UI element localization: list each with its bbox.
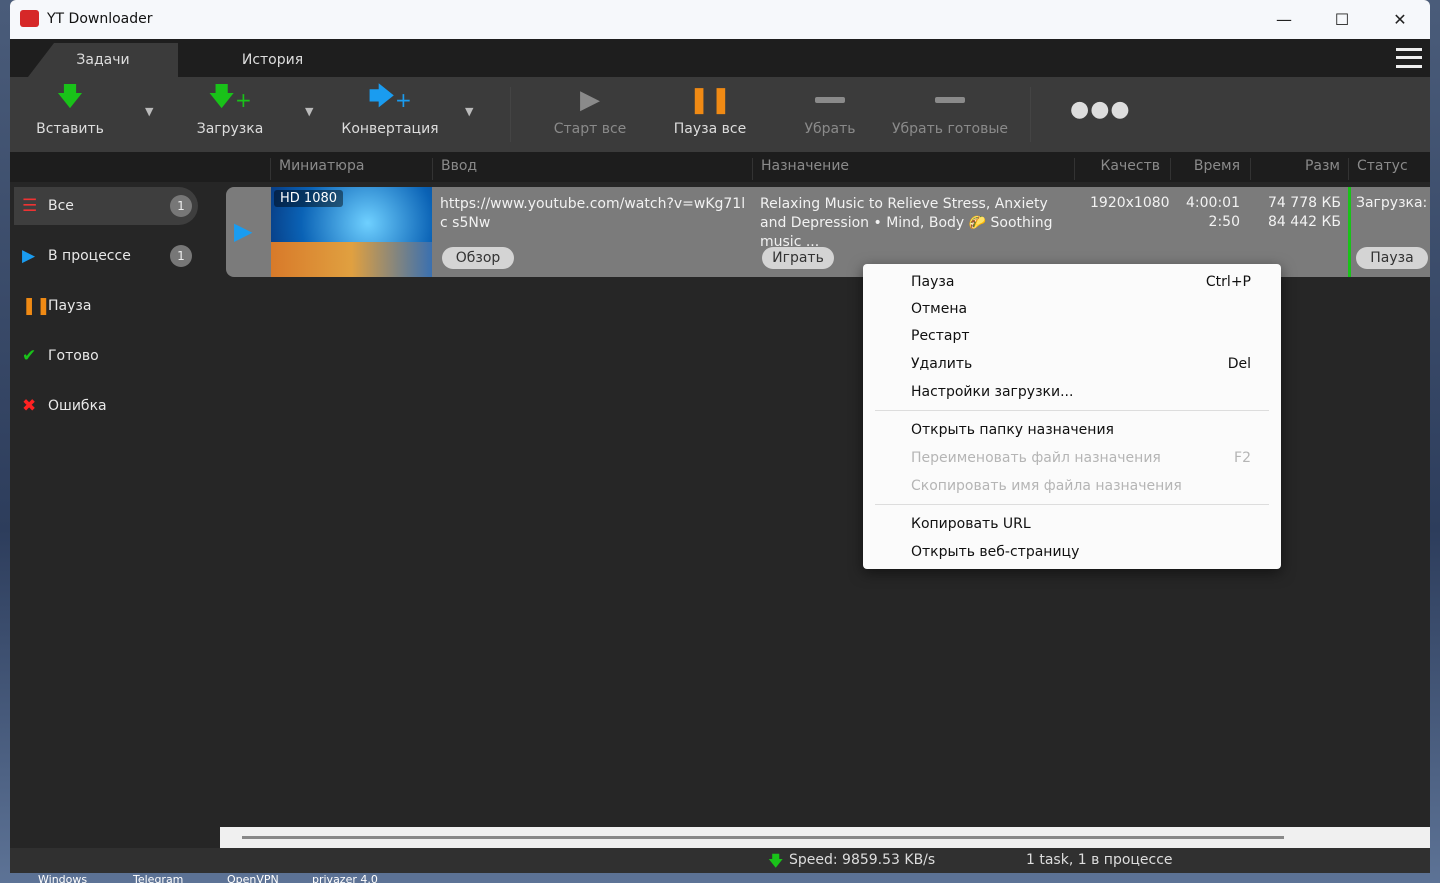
- col-status[interactable]: Статус: [1348, 158, 1408, 180]
- sidebar-item-done[interactable]: ✔ Готово: [14, 337, 198, 375]
- sidebar-item-all[interactable]: ☰ Все 1: [14, 187, 198, 225]
- sidebar-item-error[interactable]: ✖ Ошибка: [14, 387, 198, 425]
- taskbar-item[interactable]: privazer 4.0: [312, 873, 378, 883]
- minimize-button[interactable]: —: [1255, 0, 1313, 39]
- status-bar: 🡇 Speed: 9859.53 KB/s 1 task, 1 в процес…: [10, 848, 1430, 873]
- menu-item-pause[interactable]: Пауза Ctrl+P: [911, 268, 1251, 295]
- size-1: 74 778 КБ: [1268, 195, 1341, 211]
- size-2: 84 442 КБ: [1268, 214, 1341, 230]
- taskbar-item[interactable]: Telegram: [133, 873, 183, 883]
- divider: [510, 87, 511, 142]
- menu-separator: [875, 504, 1269, 505]
- quality-value: 1920x1080: [1090, 195, 1170, 211]
- download-button[interactable]: 🡇 + Загрузка: [170, 82, 290, 147]
- download-speed-icon: 🡇: [768, 852, 784, 870]
- progress-indicator: [1348, 187, 1351, 277]
- status-text: Загрузка: 9: [1356, 195, 1430, 211]
- taskbar-item[interactable]: Windows: [38, 873, 87, 883]
- menu-item-restart[interactable]: Рестарт: [911, 322, 1251, 349]
- tab-tasks[interactable]: Задачи: [28, 43, 178, 77]
- horizontal-scrollbar[interactable]: [220, 827, 1430, 848]
- toolbar: 🡇 Вставить ▼ 🡇 + Загрузка ▼ 🡆 + Конвертация ▼…: [10, 77, 1430, 152]
- menu-item-cancel[interactable]: Отмена: [911, 295, 1251, 322]
- sidebar-item-in-progress[interactable]: ▶ В процессе 1: [14, 237, 198, 275]
- time-total: 4:00:01: [1186, 195, 1240, 211]
- app-logo-icon: [20, 10, 39, 27]
- tab-bar: Задачи История: [10, 39, 1430, 77]
- play-button[interactable]: Играть: [762, 247, 834, 269]
- col-thumbnail[interactable]: Миниатюра: [270, 158, 364, 180]
- col-time[interactable]: Время: [1170, 158, 1250, 180]
- speed-text: Speed: 9859.53 KB/s: [789, 852, 936, 868]
- desktop-taskbar: Windows Telegram OpenVPN privazer 4.0: [0, 873, 1440, 883]
- paste-dropdown[interactable]: ▼: [145, 105, 153, 118]
- menu-icon[interactable]: [1396, 48, 1422, 68]
- menu-item-delete[interactable]: Удалить Del: [911, 350, 1251, 377]
- play-icon: ▶: [22, 246, 36, 266]
- col-size[interactable]: Разм: [1250, 158, 1350, 180]
- column-header: Миниатюра Ввод Назначение Качеств Время …: [10, 152, 1430, 182]
- convert-dropdown[interactable]: ▼: [465, 105, 473, 118]
- sidebar: ☰ Все 1 ▶ В процессе 1 ❚❚ Пауза ✔ Готово ✖ Ошиб…: [10, 182, 222, 848]
- convert-add-icon: 🡆 +: [368, 82, 412, 112]
- more-icon[interactable]: ●●●: [1070, 97, 1131, 122]
- close-button[interactable]: ✕: [1371, 0, 1429, 39]
- menu-item-download-settings[interactable]: Настройки загрузки...: [911, 378, 1251, 405]
- thumbnail: HD 1080: [271, 187, 432, 277]
- window-title: YT Downloader: [47, 11, 153, 27]
- maximize-button[interactable]: ☐: [1313, 0, 1371, 39]
- menu-item-copy-url[interactable]: Копировать URL: [911, 510, 1251, 537]
- quality-badge: HD 1080: [274, 190, 344, 207]
- menu-item-copy-filename[interactable]: Скопировать имя файла назначения: [911, 472, 1251, 499]
- input-url: https://www.youtube.com/watch?v=wKg71lc …: [440, 196, 746, 231]
- time-left: 2:50: [1208, 214, 1240, 230]
- menu-item-rename[interactable]: Переименовать файл назначения F2: [911, 444, 1251, 471]
- title-bar: YT Downloader — ☐ ✕: [10, 0, 1430, 39]
- count-badge: 1: [170, 195, 192, 217]
- menu-separator: [875, 410, 1269, 411]
- browse-button[interactable]: Обзор: [442, 247, 514, 269]
- pause-button[interactable]: Пауза: [1356, 247, 1428, 269]
- download-add-icon: 🡇 +: [208, 82, 252, 112]
- remove-button[interactable]: Убрать: [770, 83, 890, 147]
- scrollbar-thumb[interactable]: [242, 836, 1284, 839]
- col-input[interactable]: Ввод: [432, 158, 477, 180]
- download-dropdown[interactable]: ▼: [305, 105, 313, 118]
- app-window: YT Downloader — ☐ ✕ Задачи История 🡇 Вста…: [10, 0, 1430, 873]
- menu-item-open-webpage[interactable]: Открыть веб-страницу: [911, 538, 1251, 565]
- play-icon[interactable]: ▶: [234, 217, 252, 245]
- check-icon: ✔: [22, 346, 37, 366]
- list-icon: ☰: [22, 196, 38, 216]
- col-quality[interactable]: Качеств: [1074, 158, 1170, 180]
- tab-history[interactable]: История: [210, 43, 335, 77]
- divider: [1030, 87, 1031, 142]
- start-all-button[interactable]: ▶ Старт все: [530, 83, 650, 147]
- x-icon: ✖: [22, 396, 37, 416]
- play-icon: ▶: [580, 85, 600, 115]
- pause-icon: ❚❚: [688, 85, 732, 115]
- destination-name: Relaxing Music to Relieve Stress, Anxiet…: [760, 196, 1053, 250]
- convert-button[interactable]: 🡆 + Конвертация: [330, 82, 450, 147]
- pause-icon: ❚❚: [22, 296, 51, 316]
- arrow-down-icon: 🡇: [56, 82, 84, 112]
- remove-done-button[interactable]: Убрать готовые: [880, 83, 1020, 147]
- taskbar-item[interactable]: OpenVPN: [227, 873, 279, 883]
- pause-all-button[interactable]: ❚❚ Пауза все: [650, 83, 770, 147]
- context-menu: Пауза Ctrl+P Отмена Рестарт Удалить Del На…: [863, 264, 1281, 569]
- minus-icon: [880, 83, 1020, 117]
- task-count-text: 1 task, 1 в процессе: [1026, 852, 1173, 868]
- count-badge: 1: [170, 245, 192, 267]
- paste-button[interactable]: 🡇 Вставить: [10, 82, 130, 147]
- minus-icon: [770, 83, 890, 117]
- sidebar-item-paused[interactable]: ❚❚ Пауза: [14, 287, 198, 325]
- menu-item-open-folder[interactable]: Открыть папку назначения: [911, 416, 1251, 443]
- col-destination[interactable]: Назначение: [752, 158, 849, 180]
